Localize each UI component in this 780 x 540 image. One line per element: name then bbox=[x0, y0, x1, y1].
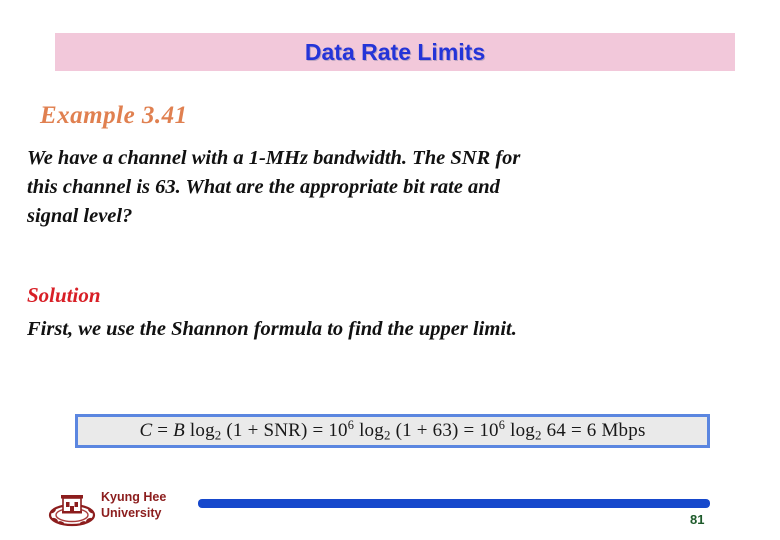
formula-snr-group: (1 + SNR) = 10 bbox=[221, 420, 348, 442]
formula-expression: C = B log2 (1 + SNR) = 106 log2 (1 + 63)… bbox=[139, 418, 645, 443]
question-line-2: this channel is 63. What are the appropr… bbox=[27, 176, 500, 198]
question-line-3: signal level? bbox=[27, 205, 133, 227]
university-name: Kyung Hee University bbox=[101, 489, 166, 521]
footer-divider-bar bbox=[198, 499, 710, 508]
solution-heading: Solution bbox=[27, 283, 101, 307]
formula-b: B bbox=[173, 420, 185, 442]
university-name-line2: University bbox=[101, 506, 162, 520]
formula-box: C = B log2 (1 + SNR) = 106 log2 (1 + 63)… bbox=[75, 414, 710, 448]
formula-equals: = bbox=[152, 420, 174, 442]
page-number: 81 bbox=[690, 512, 705, 527]
formula-c: C bbox=[139, 420, 153, 442]
slide-canvas: Data Rate Limits Example 3.41 We have a … bbox=[0, 0, 780, 540]
formula-log-1: log bbox=[184, 420, 215, 442]
formula-63-group: (1 + 63) = 10 bbox=[390, 420, 499, 442]
formula-tail: 64 = 6 Mbps bbox=[541, 420, 646, 442]
formula-sub-2-b: 2 bbox=[383, 427, 391, 443]
solution-text: First, we use the Shannon formula to fin… bbox=[27, 318, 517, 340]
example-heading: Example 3.41 bbox=[40, 102, 188, 129]
university-name-line1: Kyung Hee bbox=[101, 490, 167, 504]
example-question: We have a channel with a 1-MHz bandwidth… bbox=[27, 144, 734, 231]
question-line-1: We have a channel with a 1-MHz bandwidth… bbox=[27, 147, 521, 169]
kyung-hee-crest-icon bbox=[47, 490, 97, 528]
formula-log-2: log bbox=[354, 420, 384, 442]
formula-sub-2-c: 2 bbox=[534, 427, 542, 443]
page-title: Data Rate Limits bbox=[304, 39, 486, 65]
formula-log-3: log bbox=[505, 420, 535, 442]
